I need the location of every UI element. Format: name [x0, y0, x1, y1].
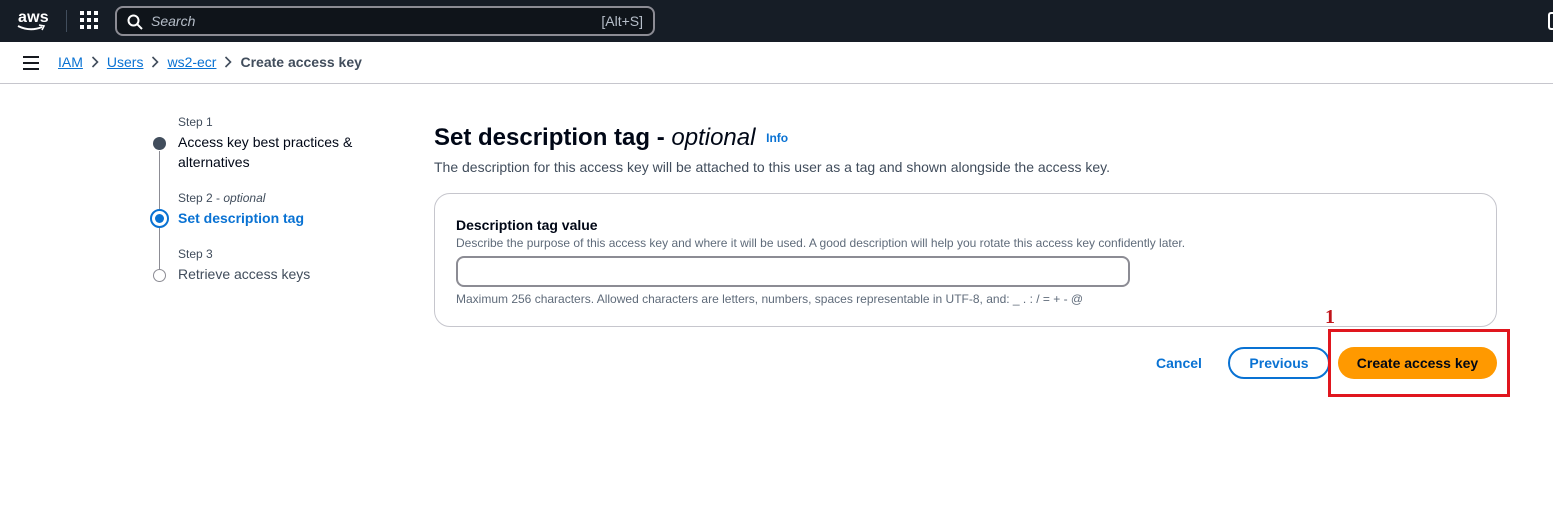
- step-3-title: Retrieve access keys: [178, 266, 311, 282]
- description-tag-constraint: Maximum 256 characters. Allowed characte…: [456, 292, 1084, 306]
- cancel-button[interactable]: Cancel: [1148, 348, 1210, 378]
- info-link[interactable]: Info: [766, 131, 788, 145]
- cloudshell-icon[interactable]: [1548, 12, 1553, 30]
- description-tag-container: Description tag value Describe the purpo…: [434, 193, 1497, 327]
- breadcrumb: IAM Users ws2-ecr Create access key: [58, 54, 362, 70]
- breadcrumb-current: Create access key: [240, 54, 362, 70]
- step-3-upcoming-icon: [153, 269, 166, 282]
- search-bar[interactable]: [Alt+S]: [115, 6, 655, 36]
- step-3-number: Step 3: [178, 247, 213, 261]
- aws-smile-icon: [17, 24, 46, 31]
- step-1-title[interactable]: Access key best practices & alternatives: [178, 132, 352, 172]
- menu-icon[interactable]: [23, 56, 39, 70]
- breadcrumb-bar: IAM Users ws2-ecr Create access key: [0, 42, 1553, 84]
- nav-divider: [66, 10, 67, 32]
- chevron-right-icon: [143, 54, 167, 70]
- search-icon: [127, 14, 143, 30]
- create-access-key-button[interactable]: Create access key: [1338, 347, 1497, 379]
- page-description: The description for this access key will…: [434, 159, 1110, 175]
- description-tag-label: Description tag value: [456, 217, 598, 233]
- breadcrumb-user[interactable]: ws2-ecr: [167, 54, 216, 70]
- description-tag-input[interactable]: [456, 256, 1130, 287]
- step-1-number: Step 1: [178, 115, 213, 129]
- chevron-right-icon: [216, 54, 240, 70]
- page-title: Set description tag - optional Info: [434, 124, 789, 151]
- services-grid-icon[interactable]: [80, 11, 100, 31]
- chevron-right-icon: [83, 54, 107, 70]
- top-navigation: aws [Alt+S]: [0, 0, 1553, 42]
- step-2-active-icon: [150, 209, 169, 228]
- previous-button[interactable]: Previous: [1228, 347, 1330, 379]
- description-tag-help: Describe the purpose of this access key …: [456, 236, 1186, 250]
- step-2-number: Step 2 - optional: [178, 191, 266, 205]
- breadcrumb-iam[interactable]: IAM: [58, 54, 83, 70]
- step-1-completed-icon: [153, 137, 166, 150]
- breadcrumb-users[interactable]: Users: [107, 54, 144, 70]
- search-input[interactable]: [151, 12, 571, 30]
- annotation-number: 1: [1325, 306, 1335, 328]
- aws-logo[interactable]: aws: [16, 8, 50, 34]
- search-shortcut-hint: [Alt+S]: [601, 13, 643, 29]
- step-2-title: Set description tag: [178, 210, 305, 226]
- page-title-optional: optional: [671, 124, 756, 151]
- step-connector: [159, 151, 160, 210]
- step-connector: [159, 228, 160, 270]
